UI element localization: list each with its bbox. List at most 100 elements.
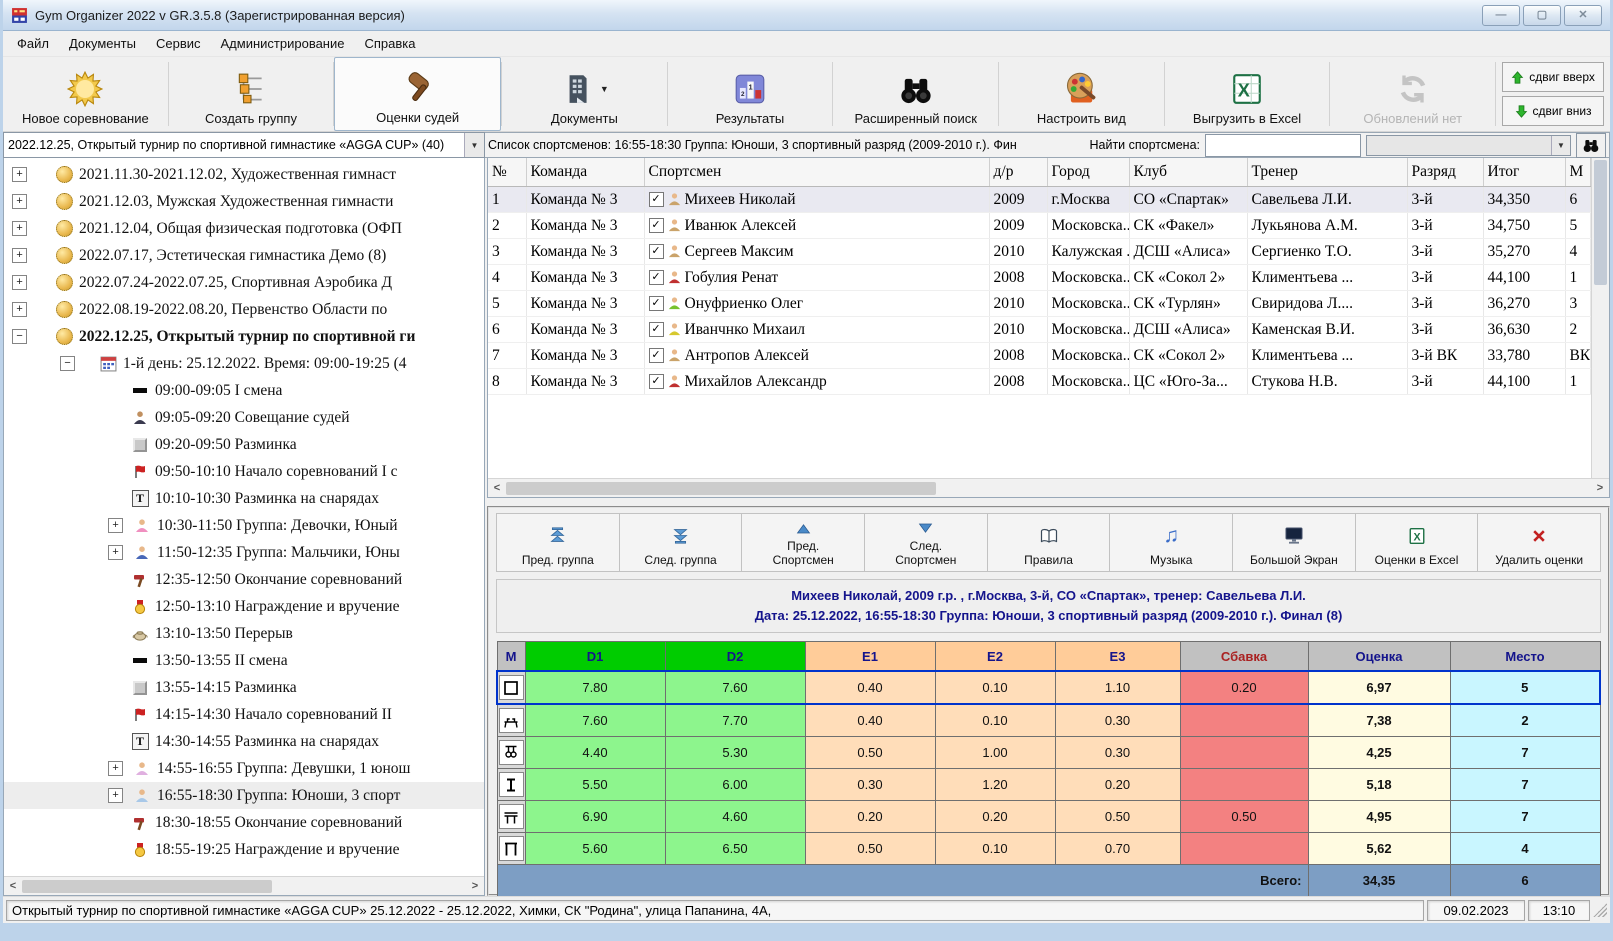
- tree-item-group[interactable]: 14:55-16:55 Группа: Девушки, 1 юнош: [4, 755, 484, 782]
- cell-d2[interactable]: 4.60: [665, 801, 805, 833]
- export-excel-button[interactable]: X Выгрузить в Excel: [1165, 57, 1330, 131]
- tree-item-schedule[interactable]: 18:55-19:25 Награждение и вручение: [4, 836, 484, 863]
- cell-d2[interactable]: 6.50: [665, 833, 805, 865]
- shift-up-button[interactable]: сдвиг вверх: [1502, 62, 1604, 92]
- athlete-checkbox[interactable]: [649, 192, 664, 207]
- cell-d1[interactable]: 7.80: [525, 671, 665, 704]
- create-group-button[interactable]: Создать группу: [169, 57, 334, 131]
- cell-d2[interactable]: 6.00: [665, 769, 805, 801]
- cell-e3[interactable]: 0.30: [1055, 737, 1180, 769]
- tree-item-schedule[interactable]: 13:55-14:15 Разминка: [4, 674, 484, 701]
- maximize-button[interactable]: ▢: [1523, 5, 1561, 26]
- expand-plus-icon[interactable]: [108, 788, 123, 803]
- cell-d1[interactable]: 7.60: [525, 704, 665, 737]
- scroll-right-icon[interactable]: >: [1591, 482, 1609, 494]
- expand-plus-icon[interactable]: [108, 518, 123, 533]
- tree-item-schedule[interactable]: 12:50-13:10 Награждение и вручение: [4, 593, 484, 620]
- athlete-row-selected[interactable]: 1Команда № 3Михеев Николай2009г.МоскваСО…: [488, 187, 1591, 213]
- expand-plus-icon[interactable]: [108, 761, 123, 776]
- athlete-row[interactable]: 6Команда № 3Иванчнко Михаил2010Московска…: [488, 317, 1591, 343]
- tree-item-schedule[interactable]: 18:30-18:55 Окончание соревнований: [4, 809, 484, 836]
- collapse-minus-icon[interactable]: [60, 356, 75, 371]
- cell-e2[interactable]: 0.10: [935, 671, 1055, 704]
- scrollbar-thumb[interactable]: [22, 880, 272, 893]
- judge-scores-button[interactable]: Оценки судей: [334, 57, 501, 131]
- col-coach[interactable]: Тренер: [1247, 158, 1407, 187]
- cell-e1[interactable]: 0.30: [805, 769, 935, 801]
- new-competition-button[interactable]: Новое соревнование: [3, 57, 168, 131]
- tree-item-schedule[interactable]: 09:20-09:50 Разминка: [4, 431, 484, 458]
- expand-plus-icon[interactable]: [12, 248, 27, 263]
- menu-documents[interactable]: Документы: [59, 33, 146, 54]
- score-row[interactable]: 5.60 6.50 0.50 0.10 0.70 5,62 4: [497, 833, 1600, 865]
- cell-d2[interactable]: 7.60: [665, 671, 805, 704]
- delete-scores-button[interactable]: Удалить оценки: [1478, 514, 1600, 571]
- cell-penalty[interactable]: 0.20: [1180, 671, 1308, 704]
- cell-e3[interactable]: 0.30: [1055, 704, 1180, 737]
- scroll-left-icon[interactable]: <: [488, 482, 506, 494]
- athlete-row[interactable]: 7Команда № 3Антропов Алексей2008Московск…: [488, 343, 1591, 369]
- expand-plus-icon[interactable]: [12, 221, 27, 236]
- tree-horizontal-scrollbar[interactable]: < >: [4, 876, 484, 895]
- athlete-filter-select[interactable]: [1366, 135, 1571, 156]
- tree-item-group-selected[interactable]: 16:55-18:30 Группа: Юноши, 3 спорт: [4, 782, 484, 809]
- cell-e2[interactable]: 1.00: [935, 737, 1055, 769]
- tree-item-schedule[interactable]: 09:50-10:10 Начало соревнований I с: [4, 458, 484, 485]
- competition-select[interactable]: 2022.12.25, Открытый турнир по спортивно…: [3, 132, 485, 158]
- documents-button[interactable]: ▼ Документы: [502, 57, 667, 131]
- scroll-left-icon[interactable]: <: [4, 880, 22, 892]
- tree-item-schedule[interactable]: 13:50-13:55 II смена: [4, 647, 484, 674]
- cell-d2[interactable]: 7.70: [665, 704, 805, 737]
- expand-plus-icon[interactable]: [108, 545, 123, 560]
- big-screen-button[interactable]: Большой Экран: [1233, 514, 1356, 571]
- cell-e1[interactable]: 0.40: [805, 671, 935, 704]
- results-button[interactable]: 12 Результаты: [668, 57, 833, 131]
- score-row[interactable]: 6.90 4.60 0.20 0.20 0.50 0.50 4,95 7: [497, 801, 1600, 833]
- prev-athlete-button[interactable]: Пред.Спортсмен: [742, 514, 865, 571]
- tree-item-competition[interactable]: 2021.11.30-2021.12.02, Художественная ги…: [4, 161, 484, 188]
- prev-group-button[interactable]: Пред. группа: [497, 514, 620, 571]
- athlete-checkbox[interactable]: [649, 244, 664, 259]
- athlete-row[interactable]: 5Команда № 3Онуфриенко Олег2010Московска…: [488, 291, 1591, 317]
- athlete-checkbox[interactable]: [649, 322, 664, 337]
- cell-e2[interactable]: 0.10: [935, 704, 1055, 737]
- athlete-checkbox[interactable]: [649, 296, 664, 311]
- tree-item-group[interactable]: 10:30-11:50 Группа: Девочки, Юный: [4, 512, 484, 539]
- cell-penalty[interactable]: 0.50: [1180, 801, 1308, 833]
- cell-d1[interactable]: 5.60: [525, 833, 665, 865]
- find-athlete-input[interactable]: [1205, 134, 1361, 157]
- col-birth[interactable]: д/р: [989, 158, 1047, 187]
- cell-e3[interactable]: 1.10: [1055, 671, 1180, 704]
- score-row[interactable]: 5.50 6.00 0.30 1.20 0.20 5,18 7: [497, 769, 1600, 801]
- expand-plus-icon[interactable]: [12, 194, 27, 209]
- rules-button[interactable]: Правила: [988, 514, 1111, 571]
- score-row[interactable]: 4.40 5.30 0.50 1.00 0.30 4,25 7: [497, 737, 1600, 769]
- cell-penalty[interactable]: [1180, 704, 1308, 737]
- athlete-row[interactable]: 4Команда № 3Гобулия Ренат2008Московска..…: [488, 265, 1591, 291]
- next-athlete-button[interactable]: След.Спортсмен: [865, 514, 988, 571]
- tree-item-competition[interactable]: 2022.07.24-2022.07.25, Спортивная Аэроби…: [4, 269, 484, 296]
- cell-penalty[interactable]: [1180, 833, 1308, 865]
- customize-view-button[interactable]: Настроить вид: [999, 57, 1164, 131]
- music-button[interactable]: ♫Музыка: [1110, 514, 1233, 571]
- chevron-down-icon[interactable]: [1551, 136, 1570, 155]
- scroll-right-icon[interactable]: >: [466, 880, 484, 892]
- tree-item-schedule[interactable]: 13:10-13:50 Перерыв: [4, 620, 484, 647]
- cell-e1[interactable]: 0.50: [805, 737, 935, 769]
- collapse-minus-icon[interactable]: [12, 329, 27, 344]
- tree-item-schedule[interactable]: 09:00-09:05 I смена: [4, 377, 484, 404]
- cell-d1[interactable]: 5.50: [525, 769, 665, 801]
- athlete-checkbox[interactable]: [649, 348, 664, 363]
- score-row[interactable]: 7.60 7.70 0.40 0.10 0.30 7,38 2: [497, 704, 1600, 737]
- cell-e3[interactable]: 0.20: [1055, 769, 1180, 801]
- cell-d1[interactable]: 4.40: [525, 737, 665, 769]
- col-city[interactable]: Город: [1047, 158, 1129, 187]
- tree-item-schedule[interactable]: 09:05-09:20 Совещание судей: [4, 404, 484, 431]
- resize-grip[interactable]: [1593, 903, 1607, 917]
- menu-service[interactable]: Сервис: [146, 33, 211, 54]
- next-group-button[interactable]: След. группа: [620, 514, 743, 571]
- cell-e1[interactable]: 0.20: [805, 801, 935, 833]
- chevron-down-icon[interactable]: [464, 133, 484, 157]
- tree-item-schedule[interactable]: 10:10-10:30 Разминка на снарядах: [4, 485, 484, 512]
- athletes-vertical-scrollbar[interactable]: [1591, 158, 1609, 478]
